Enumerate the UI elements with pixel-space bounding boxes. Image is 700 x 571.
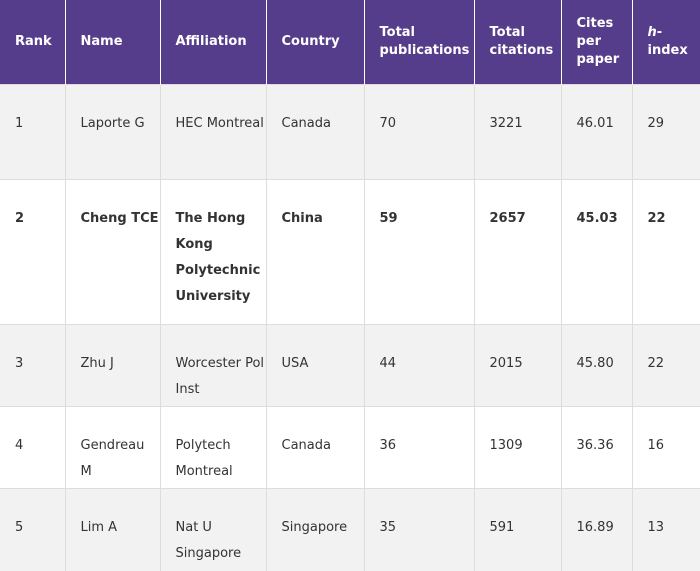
cell-total-citations: 1309 [474, 407, 561, 489]
cell-cites-per-paper: 36.36 [561, 407, 632, 489]
header-h-index-italic: h [648, 25, 657, 40]
cell-cites-per-paper: 16.89 [561, 489, 632, 571]
cell-cites-per-paper: 45.03 [561, 180, 632, 325]
cell-country: Singapore [266, 489, 364, 571]
cell-affiliation: Polytech Montreal [160, 407, 266, 489]
table-row: 1 Laporte G HEC Montreal Canada 70 3221 … [0, 85, 700, 180]
cell-h-index: 22 [632, 325, 700, 407]
table-row: 5 Lim A Nat U Singapore Singapore 35 591… [0, 489, 700, 571]
cell-name: Laporte G [65, 85, 160, 180]
cell-h-index: 22 [632, 180, 700, 325]
header-total-citations: Total citations [474, 0, 561, 85]
cell-h-index: 16 [632, 407, 700, 489]
cell-country: Canada [266, 407, 364, 489]
cell-name: Lim A [65, 489, 160, 571]
cell-affiliation: The Hong Kong Polytechnic University [160, 180, 266, 325]
ranking-table: Rank Name Affiliation Country Total publ… [0, 0, 700, 571]
cell-country: Canada [266, 85, 364, 180]
cell-affiliation: Nat U Singapore [160, 489, 266, 571]
cell-rank: 2 [0, 180, 65, 325]
cell-total-publications: 44 [364, 325, 474, 407]
cell-total-citations: 2015 [474, 325, 561, 407]
cell-total-citations: 3221 [474, 85, 561, 180]
cell-total-publications: 36 [364, 407, 474, 489]
cell-total-publications: 70 [364, 85, 474, 180]
table-row: 2 Cheng TCE The Hong Kong Polytechnic Un… [0, 180, 700, 325]
cell-h-index: 13 [632, 489, 700, 571]
cell-cites-per-paper: 46.01 [561, 85, 632, 180]
cell-h-index: 29 [632, 85, 700, 180]
header-country: Country [266, 0, 364, 85]
cell-rank: 1 [0, 85, 65, 180]
cell-rank: 4 [0, 407, 65, 489]
cell-name: Gendreau M [65, 407, 160, 489]
header-name: Name [65, 0, 160, 85]
header-h-index: h-index [632, 0, 700, 85]
table-row: 4 Gendreau M Polytech Montreal Canada 36… [0, 407, 700, 489]
header-total-publications: Total publications [364, 0, 474, 85]
table-header-row: Rank Name Affiliation Country Total publ… [0, 0, 700, 85]
header-cites-per-paper: Cites per paper [561, 0, 632, 85]
cell-cites-per-paper: 45.80 [561, 325, 632, 407]
cell-rank: 3 [0, 325, 65, 407]
cell-affiliation: Worcester Pol Inst [160, 325, 266, 407]
cell-total-citations: 2657 [474, 180, 561, 325]
cell-total-publications: 59 [364, 180, 474, 325]
cell-total-citations: 591 [474, 489, 561, 571]
cell-affiliation: HEC Montreal [160, 85, 266, 180]
header-rank: Rank [0, 0, 65, 85]
table-row: 3 Zhu J Worcester Pol Inst USA 44 2015 4… [0, 325, 700, 407]
cell-country: USA [266, 325, 364, 407]
cell-country: China [266, 180, 364, 325]
header-affiliation: Affiliation [160, 0, 266, 85]
cell-name: Cheng TCE [65, 180, 160, 325]
cell-rank: 5 [0, 489, 65, 571]
cell-total-publications: 35 [364, 489, 474, 571]
cell-name: Zhu J [65, 325, 160, 407]
